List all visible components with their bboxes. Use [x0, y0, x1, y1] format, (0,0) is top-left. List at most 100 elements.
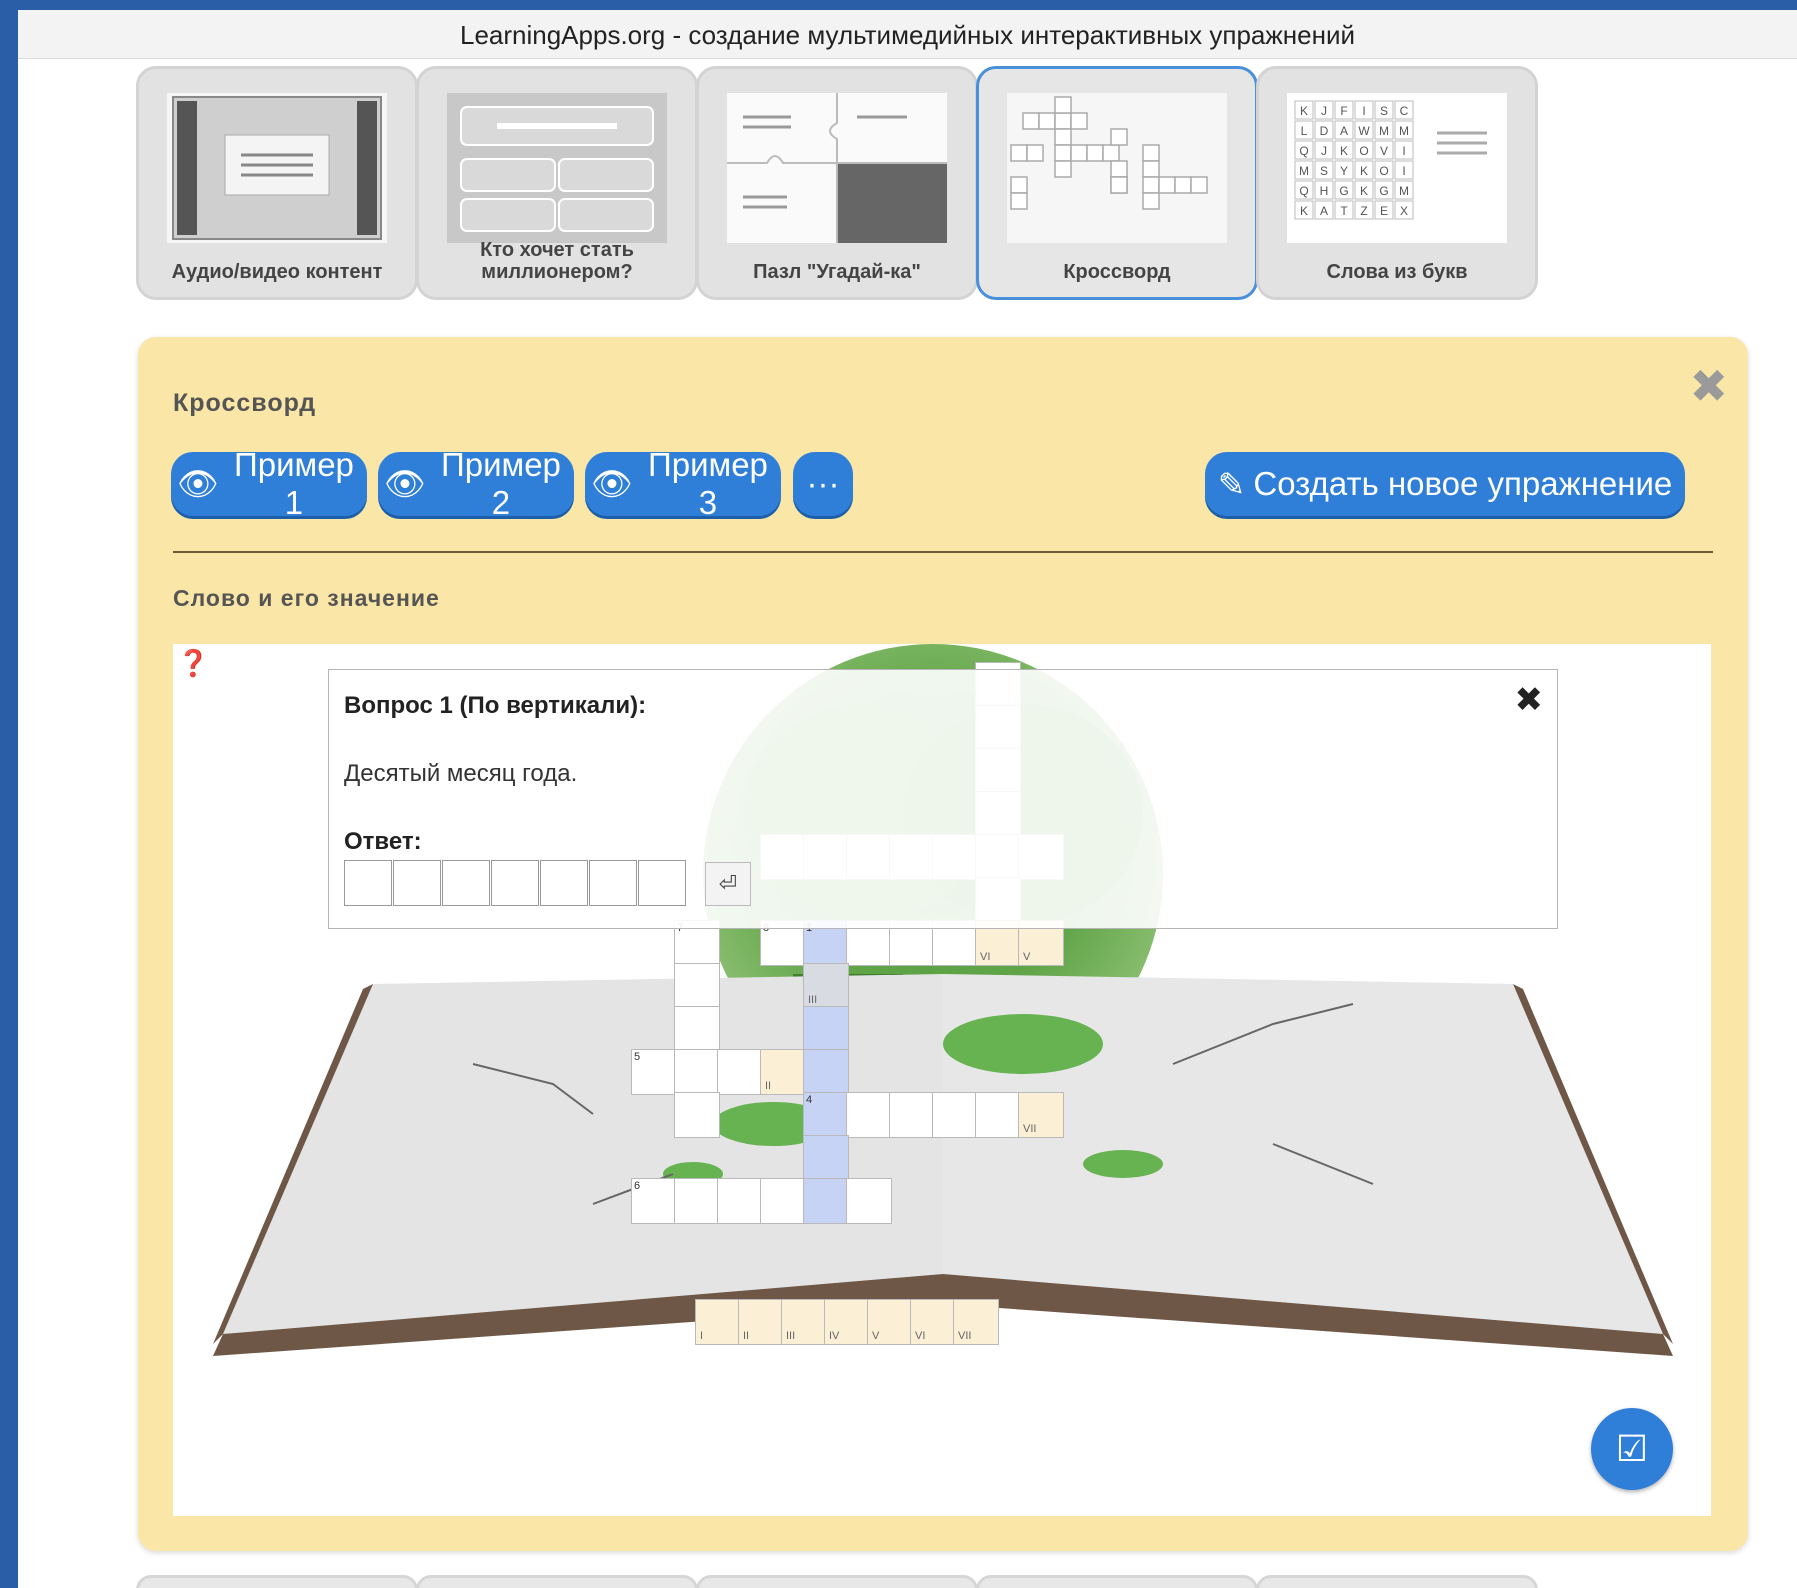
solution-index: IV — [829, 1330, 840, 1342]
tile-label: Слова из букв — [1326, 261, 1468, 283]
panel-title: Кроссворд — [173, 389, 317, 417]
answer-cell[interactable] — [589, 860, 637, 906]
crossword-cell[interactable]: III — [803, 963, 849, 1009]
letter-cell-label: M — [1399, 124, 1409, 138]
crossword-stage: ❓ 781VIVIII5II4VII6IIIIIIIVVVIVII Вопрос… — [173, 644, 1711, 1516]
answer-cell[interactable] — [442, 860, 490, 906]
tile-partial — [976, 1575, 1258, 1588]
crossword-icon — [1007, 93, 1227, 243]
letter-cell-label: M — [1379, 124, 1389, 138]
letter-cell-label: L — [1301, 124, 1308, 138]
check-icon: ☑ — [1615, 1428, 1649, 1469]
puzzle-icon — [727, 93, 947, 243]
question-text: Десятый месяц года. — [344, 760, 578, 787]
crossword-cell[interactable]: VII — [1018, 1092, 1064, 1138]
help-icon[interactable]: ❓ — [177, 648, 209, 679]
letter-cell-label: C — [1400, 104, 1409, 118]
crossword-cell[interactable] — [674, 1178, 720, 1224]
letter-cell-label: M — [1299, 164, 1309, 178]
crossword-cell[interactable] — [889, 1092, 935, 1138]
exercise-panel: Кроссворд ✖ 👁 Пример 1 👁 Пример 2 👁 Пример … — [138, 337, 1748, 1551]
answer-label: Ответ: — [344, 828, 422, 855]
letter-cell-label: T — [1340, 204, 1348, 218]
crossword-cell[interactable] — [674, 1092, 720, 1138]
tile-label: Пазл "Угадай-ка" — [753, 261, 921, 283]
answer-cell[interactable] — [491, 860, 539, 906]
eye-icon: 👁 — [177, 464, 219, 502]
tile-partial — [136, 1575, 418, 1588]
letter-cell-label: Y — [1340, 164, 1348, 178]
solution-cell[interactable]: I — [695, 1299, 741, 1345]
crossword-cell[interactable]: 6 — [631, 1178, 677, 1224]
tile-words-from-letters[interactable]: KJFISCLDAWMMQJKOVIMSYKOIQHGKGMKATZEX Сло… — [1256, 66, 1538, 300]
letter-cell-label: A — [1340, 124, 1348, 138]
solution-index: II — [765, 1080, 772, 1092]
letter-cell-label: O — [1379, 164, 1388, 178]
solution-index: VI — [980, 951, 991, 963]
check-button[interactable]: ☑ — [1591, 1408, 1673, 1490]
tile-puzzle[interactable]: Пазл "Угадай-ка" — [696, 66, 978, 300]
solution-cell[interactable]: III — [781, 1299, 827, 1345]
letter-cell-label: I — [1402, 144, 1405, 158]
example-1-button[interactable]: 👁 Пример 1 — [171, 446, 367, 521]
letter-cell-label: G — [1339, 184, 1348, 198]
letter-cell-label: X — [1400, 204, 1408, 218]
crossword-cell[interactable] — [803, 1135, 849, 1181]
close-icon[interactable]: ✖ — [1689, 359, 1728, 413]
tile-audio-video[interactable]: Аудио/видео контент — [136, 66, 418, 300]
solution-index: VII — [1023, 1123, 1037, 1135]
letter-cell-label: O — [1359, 144, 1368, 158]
tile-millionaire[interactable]: Кто хочет стать миллионером? — [416, 66, 698, 300]
crossword-cell[interactable] — [975, 1092, 1021, 1138]
solution-cell[interactable]: VII — [953, 1299, 999, 1345]
letter-cell-label: I — [1362, 104, 1365, 118]
crossword-cell[interactable]: 4 — [803, 1092, 849, 1138]
crossword-cell[interactable] — [674, 1049, 720, 1095]
crossword-cell[interactable] — [674, 1006, 720, 1052]
solution-cell[interactable]: II — [738, 1299, 784, 1345]
solution-index: II — [743, 1330, 750, 1342]
crossword-cell[interactable]: 5 — [631, 1049, 677, 1095]
example-2-button[interactable]: 👁 Пример 2 — [378, 446, 574, 521]
crossword-cell[interactable] — [803, 1006, 849, 1052]
eye-icon: 👁 — [384, 464, 426, 502]
crossword-cell[interactable] — [803, 1178, 849, 1224]
clue-number: 4 — [806, 1094, 813, 1106]
create-exercise-button[interactable]: ✎ Создать новое упражнение — [1205, 452, 1685, 516]
crossword-cell[interactable] — [760, 1178, 806, 1224]
crossword-cell[interactable] — [674, 963, 720, 1009]
answer-cell[interactable] — [393, 860, 441, 906]
crossword-cell[interactable]: II — [760, 1049, 806, 1095]
more-button[interactable]: ··· — [793, 452, 853, 516]
solution-cell[interactable]: V — [867, 1299, 913, 1345]
section-title: Слово и его значение — [173, 585, 440, 611]
crossword-cell[interactable] — [846, 1092, 892, 1138]
eye-icon: 👁 — [591, 464, 633, 502]
letter-cell-label: K — [1360, 164, 1368, 178]
letter-cell-label: G — [1379, 184, 1388, 198]
solution-cell[interactable]: IV — [824, 1299, 870, 1345]
solution-index: VI — [915, 1330, 926, 1342]
example-3-button[interactable]: 👁 Пример 3 — [585, 446, 781, 521]
letter-cell-label: V — [1380, 144, 1388, 158]
tile-label: Аудио/видео контент — [171, 261, 383, 283]
crossword-cell[interactable] — [803, 1049, 849, 1095]
crossword-cell[interactable] — [846, 1178, 892, 1224]
crossword-cell[interactable] — [717, 1178, 763, 1224]
clue-number: 5 — [634, 1051, 641, 1063]
film-strip-icon — [167, 93, 387, 243]
close-icon[interactable]: ✖ — [1515, 680, 1544, 720]
tile-crossword[interactable]: Кроссворд — [976, 66, 1258, 300]
crossword-cell[interactable] — [932, 1092, 978, 1138]
letter-cell-label: J — [1321, 144, 1327, 158]
solution-index: III — [808, 994, 818, 1006]
tile-partial — [696, 1575, 978, 1588]
answer-cell[interactable] — [344, 860, 392, 906]
letter-cell-label: Z — [1360, 204, 1367, 218]
answer-cell[interactable] — [638, 860, 686, 906]
answer-cell[interactable] — [540, 860, 588, 906]
enter-button[interactable]: ⏎ — [705, 862, 751, 906]
solution-index: V — [872, 1330, 880, 1342]
solution-cell[interactable]: VI — [910, 1299, 956, 1345]
crossword-cell[interactable] — [717, 1049, 763, 1095]
